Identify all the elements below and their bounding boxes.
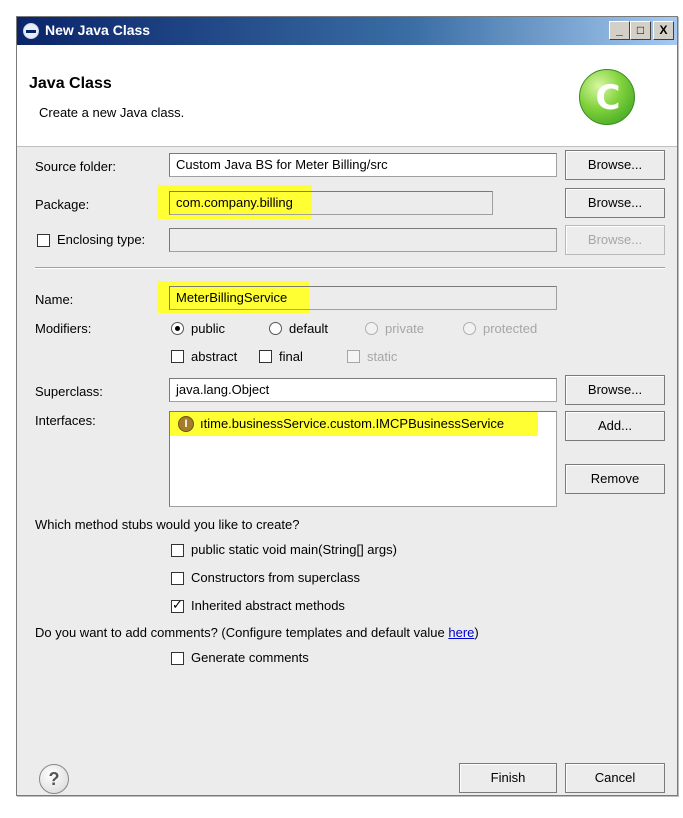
radio-default-label: default: [289, 321, 329, 336]
class-c-icon: C: [579, 69, 635, 125]
static-label: static: [367, 349, 398, 364]
finish-button[interactable]: Finish: [459, 763, 557, 793]
interfaces-add-button[interactable]: Add...: [565, 411, 665, 441]
title-bar: New Java Class _ □ X: [17, 17, 677, 45]
source-folder-browse-button[interactable]: Browse...: [565, 150, 665, 180]
wizard-subtitle: Create a new Java class.: [39, 105, 185, 120]
wizard-title: Java Class: [29, 75, 112, 92]
source-folder-input[interactable]: Custom Java BS for Meter Billing/src: [169, 153, 557, 177]
templates-link[interactable]: here: [448, 625, 474, 640]
abstract-checkbox[interactable]: [171, 350, 184, 363]
superclass-label: Superclass:: [35, 384, 103, 399]
package-browse-button[interactable]: Browse...: [565, 188, 665, 218]
separator: [35, 267, 665, 269]
name-value: MeterBillingService: [176, 290, 288, 305]
constructors-checkbox[interactable]: [171, 572, 184, 585]
radio-protected[interactable]: [463, 322, 476, 335]
superclass-browse-button[interactable]: Browse...: [565, 375, 665, 405]
interface-icon: I: [178, 416, 194, 432]
wizard-header: Java Class Create a new Java class. C: [17, 45, 677, 147]
main-stub-checkbox[interactable]: [171, 544, 184, 557]
name-label: Name:: [35, 292, 74, 307]
static-checkbox[interactable]: [347, 350, 360, 363]
abstract-label: abstract: [191, 349, 238, 364]
interfaces-label: Interfaces:: [35, 413, 96, 428]
comments-question-end: ): [474, 625, 479, 640]
superclass-input[interactable]: java.lang.Object: [169, 378, 557, 402]
source-folder-label: Source folder:: [35, 159, 116, 174]
interface-item[interactable]: ıtime.businessService.custom.IMCPBusines…: [200, 416, 504, 431]
inherited-abstract-checkbox[interactable]: ✓: [171, 597, 184, 613]
comments-question-text: Do you want to add comments? (Configure …: [35, 625, 449, 640]
enclosing-type-input[interactable]: [169, 228, 557, 252]
main-stub-label: public static void main(String[] args): [191, 542, 397, 557]
interfaces-list[interactable]: I ıtime.businessService.custom.IMCPBusin…: [169, 411, 557, 507]
generate-comments-checkbox[interactable]: [171, 652, 184, 665]
enclosing-type-label: Enclosing type:: [57, 232, 146, 247]
window-title: New Java Class: [45, 22, 151, 38]
name-input[interactable]: MeterBillingService: [169, 286, 557, 310]
new-java-class-dialog: New Java Class _ □ X Java Class Create a…: [16, 16, 678, 796]
radio-protected-label: protected: [483, 321, 538, 336]
enclosing-type-browse-button[interactable]: Browse...: [565, 225, 665, 255]
final-label: final: [279, 349, 303, 364]
minimize-button[interactable]: _: [609, 21, 630, 40]
package-value: com.company.billing: [176, 195, 293, 210]
final-checkbox[interactable]: [259, 350, 272, 363]
eclipse-icon: [23, 23, 39, 39]
radio-private[interactable]: [365, 322, 378, 335]
radio-public[interactable]: [171, 322, 184, 335]
interfaces-remove-button[interactable]: Remove: [565, 464, 665, 494]
modifiers-label: Modifiers:: [35, 321, 92, 336]
package-input[interactable]: com.company.billing: [169, 191, 493, 215]
radio-public-label: public: [191, 321, 225, 336]
cancel-button[interactable]: Cancel: [565, 763, 665, 793]
generate-comments-label: Generate comments: [191, 650, 309, 665]
package-label: Package:: [35, 197, 90, 212]
close-button[interactable]: X: [653, 21, 674, 40]
enclosing-type-checkbox[interactable]: [37, 234, 50, 247]
stubs-question: Which method stubs would you like to cre…: [35, 517, 300, 532]
constructors-label: Constructors from superclass: [191, 570, 361, 585]
help-button[interactable]: ?: [39, 764, 69, 794]
maximize-button[interactable]: □: [630, 21, 651, 40]
inherited-abstract-label: Inherited abstract methods: [191, 598, 345, 613]
comments-question: Do you want to add comments? (Configure …: [35, 625, 479, 640]
radio-private-label: private: [385, 321, 425, 336]
radio-default[interactable]: [269, 322, 282, 335]
